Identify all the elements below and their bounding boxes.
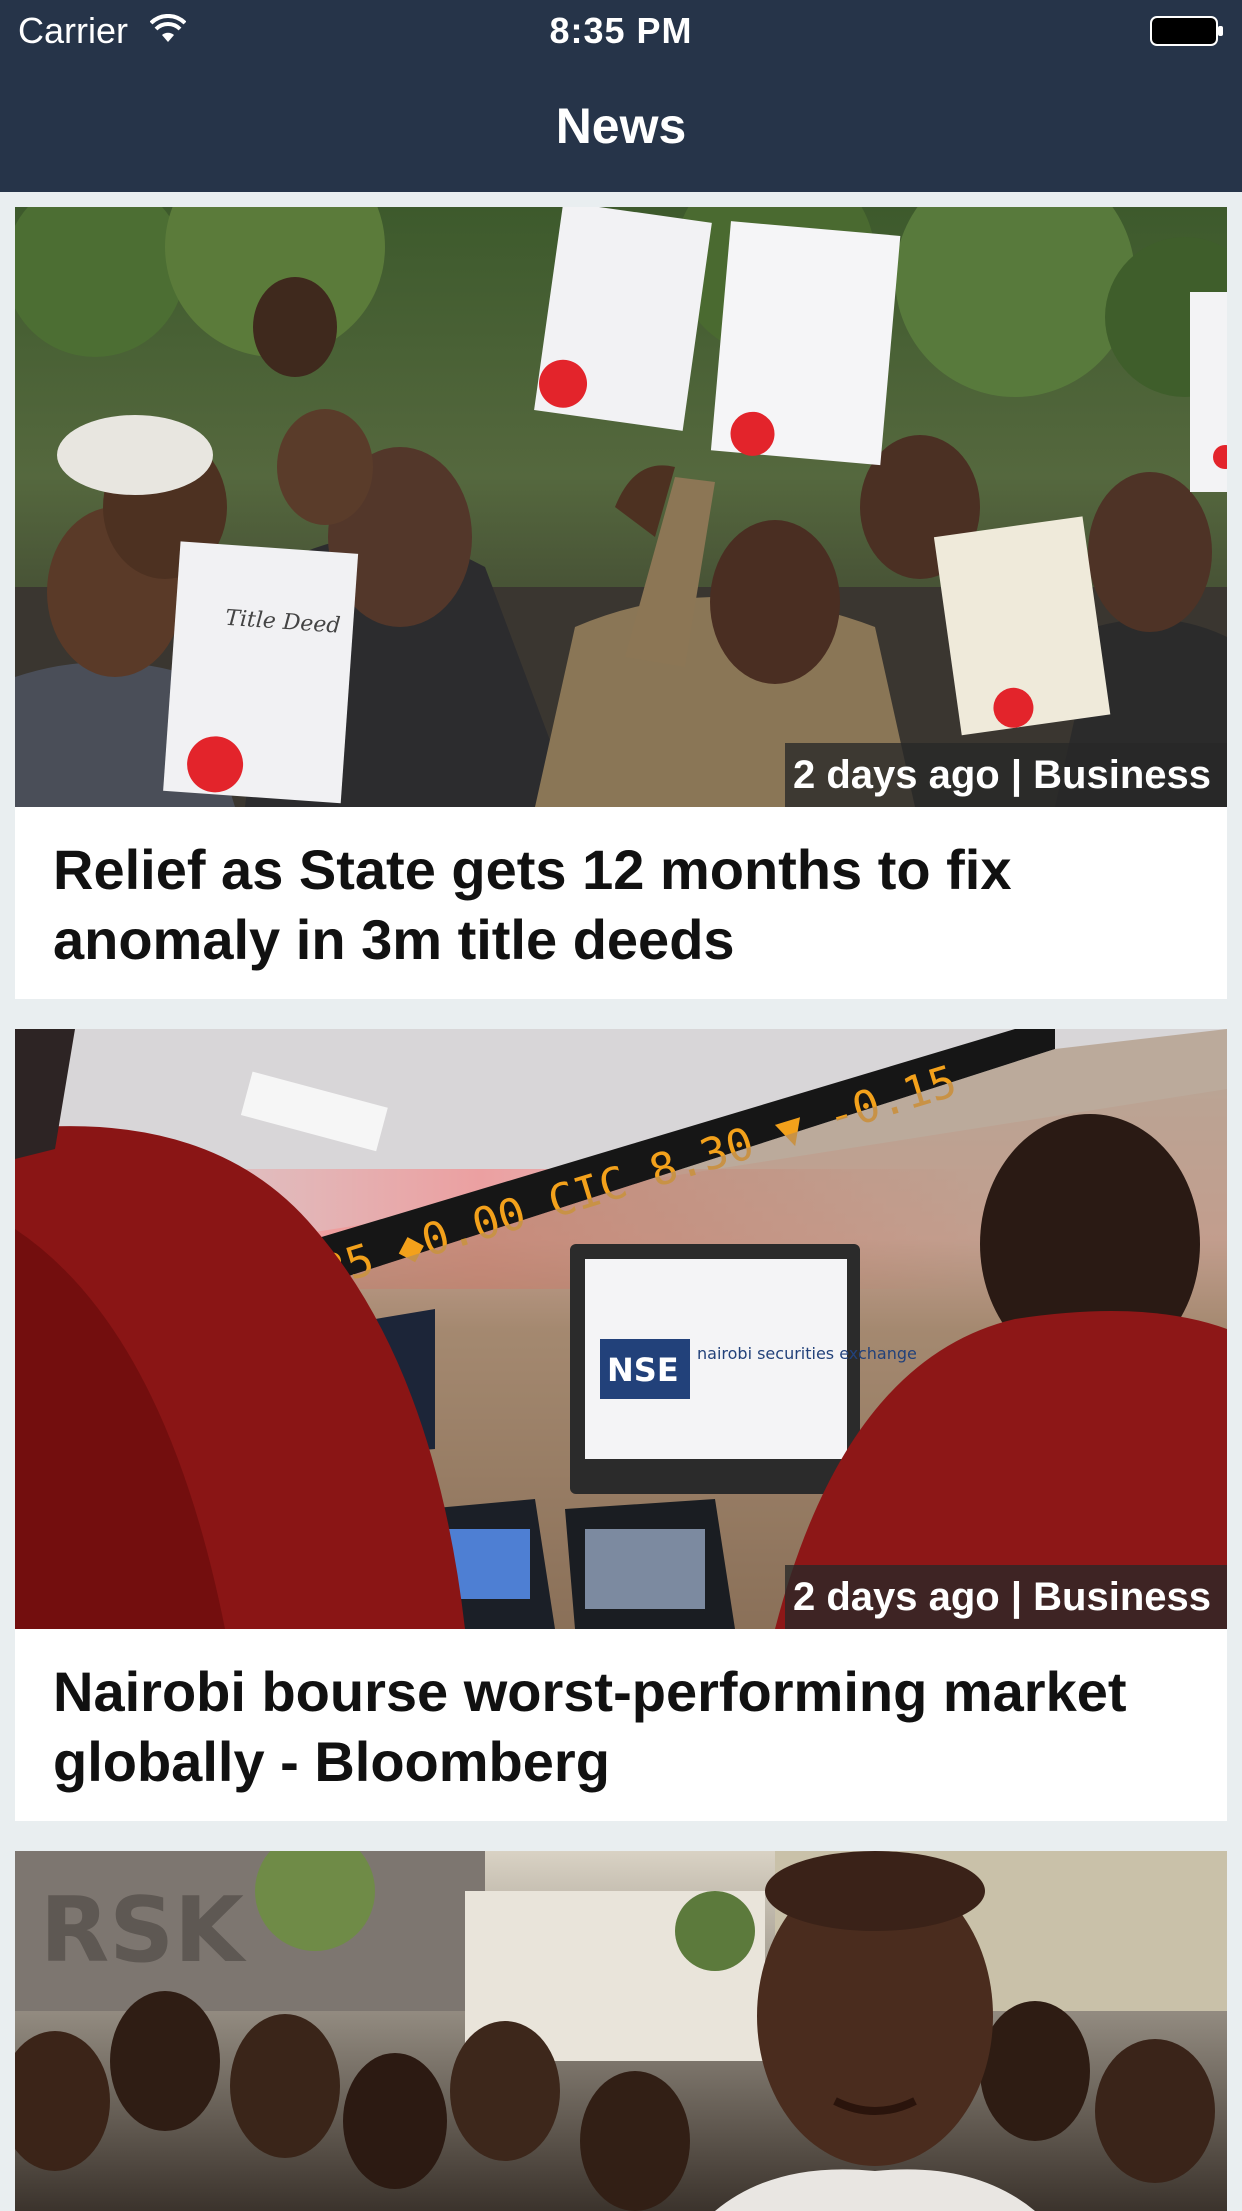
- status-time: 8:35 PM: [549, 10, 693, 51]
- news-card[interactable]: Title Deed 2 days ago | Business Relief …: [15, 207, 1227, 999]
- news-feed[interactable]: Title Deed 2 days ago | Business Relief …: [15, 207, 1227, 2211]
- article-headline[interactable]: Nairobi bourse worst-performing market g…: [53, 1657, 1193, 1797]
- nse-screen-text: nairobi securities exchange: [697, 1344, 917, 1363]
- article-headline[interactable]: Relief as State gets 12 months to fix an…: [53, 835, 1193, 975]
- article-thumbnail[interactable]: Title Deed 2 days ago | Business: [15, 207, 1227, 807]
- article-thumbnail[interactable]: RSK: [15, 1851, 1227, 2211]
- nse-logo-text: NSE: [607, 1351, 679, 1389]
- navigation-header: Carrier 8:35 PM News: [0, 0, 1242, 192]
- article-meta-badge: 2 days ago | Business: [784, 1565, 1227, 1629]
- news-card[interactable]: RSK: [15, 1851, 1227, 2211]
- stock-exchange-photo: 13.25 ◆0.00 CIC 8.30 ▼ -0.15 NSE nairobi…: [15, 1029, 1227, 1629]
- title-deeds-photo: Title Deed: [15, 207, 1227, 807]
- container-lettering: RSK: [40, 1878, 247, 1983]
- news-card[interactable]: 13.25 ◆0.00 CIC 8.30 ▼ -0.15 NSE nairobi…: [15, 1029, 1227, 1821]
- page-title: News: [555, 98, 687, 154]
- battery-icon: [1150, 16, 1223, 46]
- article-thumbnail[interactable]: 13.25 ◆0.00 CIC 8.30 ▼ -0.15 NSE nairobi…: [15, 1029, 1227, 1629]
- crowd-photo: RSK: [15, 1851, 1227, 2211]
- status-bar: Carrier 8:35 PM: [0, 0, 1242, 62]
- article-meta-badge: 2 days ago | Business: [784, 743, 1227, 807]
